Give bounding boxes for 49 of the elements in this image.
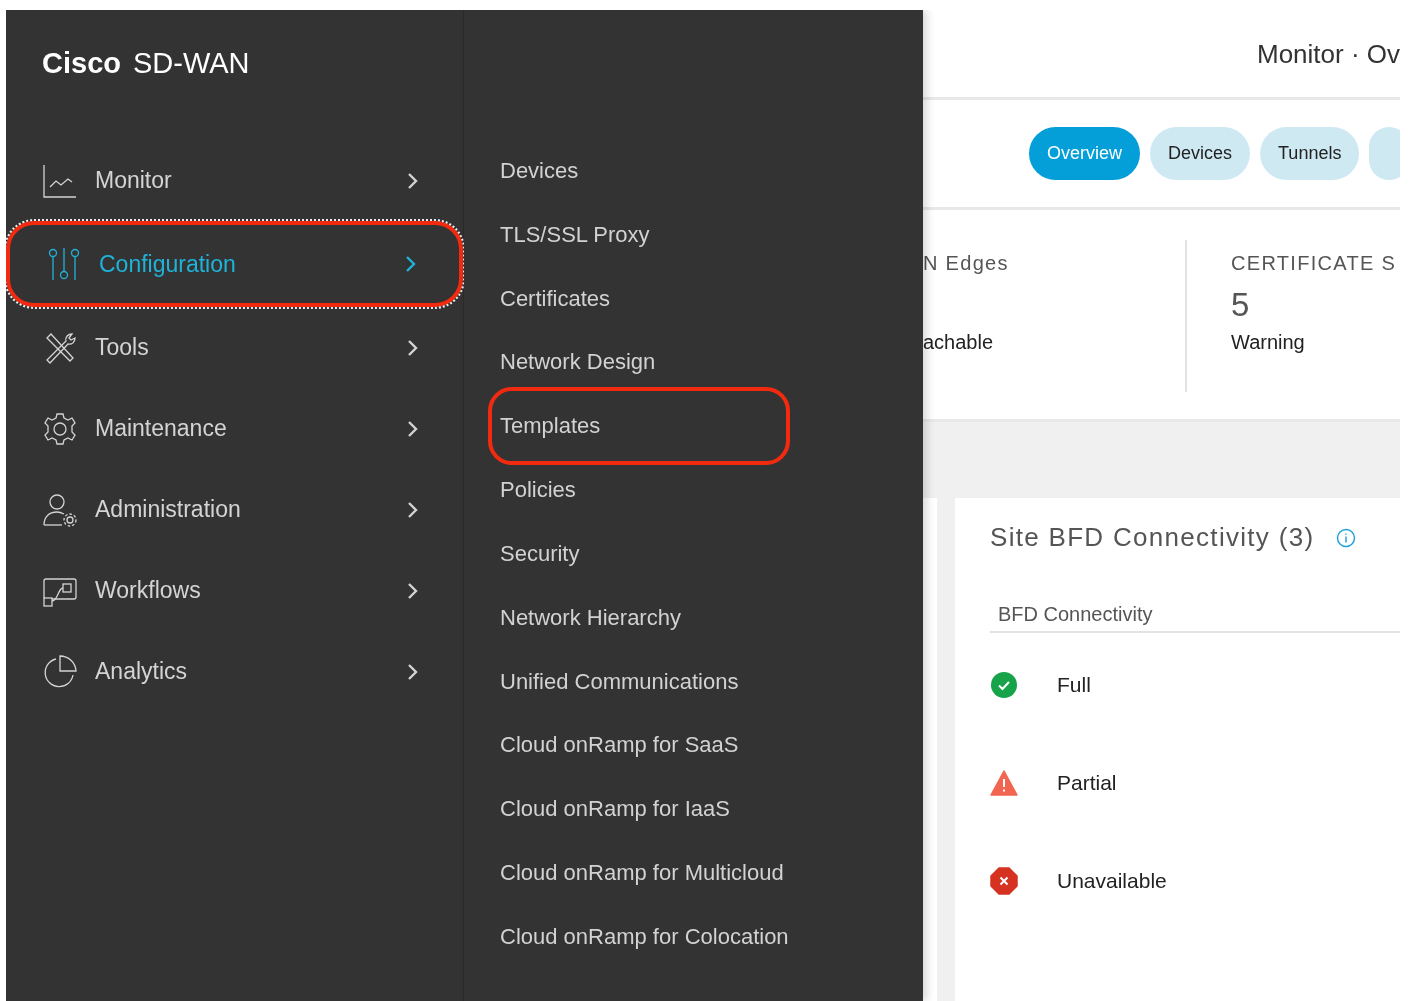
nav-item[interactable]: Maintenance [6, 388, 463, 469]
chart-icon [42, 162, 78, 199]
chevron-icon [407, 581, 419, 600]
user-gear-icon [42, 491, 78, 528]
chevron-icon [407, 662, 419, 681]
chevron-icon [407, 171, 419, 190]
submenu-item[interactable]: Templates [488, 387, 790, 466]
stat-label: Warning [1231, 331, 1306, 354]
card-title: Site BFD Connectivity (3) [990, 522, 1315, 553]
pie-chart-icon [42, 653, 78, 690]
tab[interactable]: Devices [1150, 127, 1251, 180]
submenu-item[interactable]: Cloud onRamp for IaaS [488, 777, 868, 841]
submenu-item[interactable]: TLS/SSL Proxy [488, 202, 868, 267]
submenu-item[interactable]: Devices [488, 139, 868, 203]
stat-label: achable [923, 331, 995, 354]
submenu-item[interactable]: Security [488, 522, 868, 586]
sliders-icon [46, 246, 82, 282]
submenu-item[interactable]: Cloud onRamp for SaaS [488, 713, 868, 778]
chevron-icon [407, 338, 419, 357]
gear-icon [42, 410, 78, 447]
stat-value: 5 [1231, 286, 1251, 322]
submenu-item[interactable]: Network Hierarchy [488, 585, 868, 650]
info-icon[interactable] [1336, 527, 1357, 548]
nav-item[interactable]: Monitor [6, 140, 463, 221]
page-title: Monitor · Ov [1256, 39, 1400, 70]
submenu-item[interactable]: Unified Communications [488, 649, 868, 714]
submenu-item[interactable]: Certificates [488, 266, 868, 331]
check-circle-icon [990, 671, 1018, 699]
nav-item[interactable]: Tools [6, 307, 463, 388]
legend-label: Full [1057, 673, 1091, 697]
tab[interactable]: Tunnels [1260, 127, 1360, 180]
nav-item[interactable]: Administration [6, 469, 463, 550]
brand-name: Cisco [42, 47, 121, 79]
legend-label: Unavailable [1057, 869, 1167, 893]
column-header: BFD Connectivity [990, 553, 1400, 633]
legend-label: Partial [1057, 771, 1117, 795]
nav-item[interactable]: Analytics [6, 631, 463, 712]
submenu-item[interactable]: Cloud onRamp for Colocation [488, 904, 868, 969]
chevron-icon [407, 419, 419, 438]
error-icon [990, 867, 1018, 895]
stat-title: CERTIFICATE S [1231, 252, 1397, 276]
submenu-item[interactable]: Cloud onRamp for Multicloud [488, 840, 868, 905]
stat-title: N Edges [923, 252, 1010, 276]
warning-icon [990, 769, 1018, 797]
product-name: SD-WAN [133, 47, 250, 79]
nav-item[interactable]: Workflows [6, 550, 463, 631]
nav-item[interactable]: Configuration [6, 221, 463, 307]
chevron-icon [407, 500, 419, 519]
chevron-icon [405, 255, 417, 273]
